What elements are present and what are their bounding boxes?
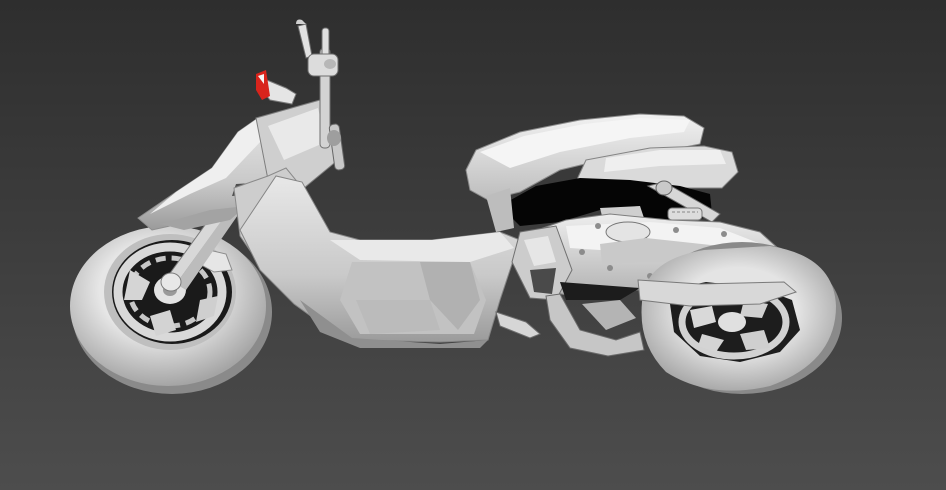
3d-viewport[interactable] (0, 0, 946, 490)
rear-wheel (637, 242, 842, 394)
viewport-canvas[interactable] (0, 0, 946, 490)
